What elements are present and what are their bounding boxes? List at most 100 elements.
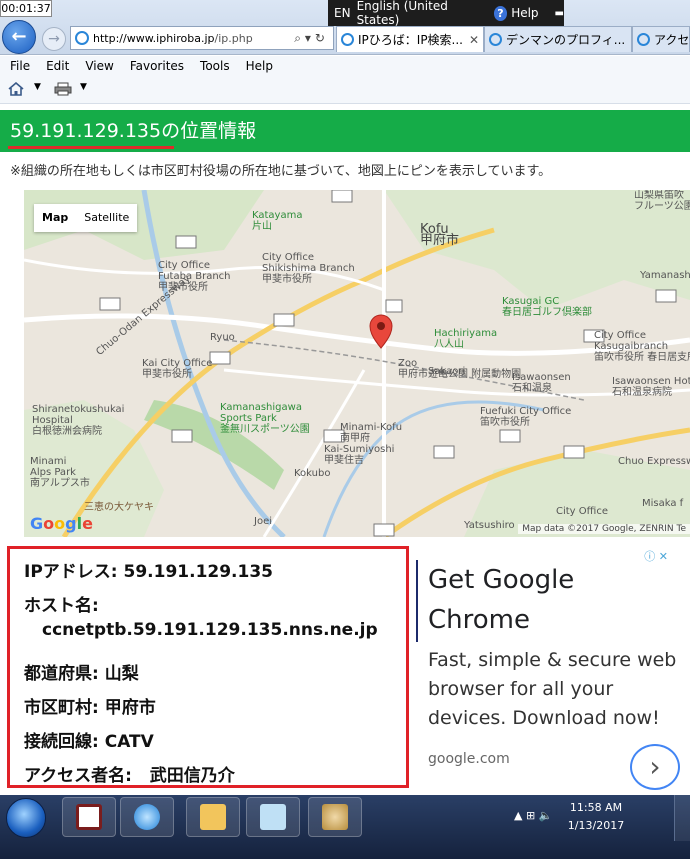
menu-view[interactable]: View (85, 59, 113, 73)
map-label: 三恵の大ケヤキ (84, 502, 154, 513)
map-label: Kokubo (294, 468, 331, 479)
map-label: Yamanashi (640, 270, 690, 281)
forward-button[interactable]: → (42, 27, 66, 51)
ad-body[interactable]: Fast, simple & secure web browser for al… (428, 646, 690, 733)
print-dropdown-icon[interactable]: ▼ (80, 82, 87, 92)
menu-file[interactable]: File (10, 59, 30, 73)
map-label: Kai-Sumiyoshi 甲斐住吉 (324, 444, 395, 466)
tab-label: デンマンのプロフィ... (506, 33, 626, 47)
ie-page-icon (75, 31, 89, 45)
paint-icon (322, 804, 348, 830)
ip-address-row: IPアドレス: 59.191.129.135 (24, 562, 274, 582)
map-label: Minami Alps Park 南アルプス市 (30, 456, 90, 489)
map-label: Joei (254, 516, 272, 527)
map-label: City Office (556, 506, 608, 517)
langbar-minimize-icon[interactable]: ▬ (555, 8, 564, 19)
map-label: Katayama 片山 (252, 210, 303, 232)
menu-help[interactable]: Help (246, 59, 273, 73)
map-copyright: Map data ©2017 Google, ZENRIN Te (518, 524, 690, 534)
map-label: Sakaori (428, 366, 466, 377)
map-label: Minami-Kofu 南甲府 (340, 422, 403, 444)
clock-date: 1/13/2017 (567, 819, 625, 832)
map-label: Chuo Expressway (618, 456, 690, 467)
taskbar-notepad[interactable] (246, 797, 300, 837)
chrome-ad[interactable]: ⓘ ✕ Get Google Chrome Fast, simple & sec… (416, 546, 690, 792)
ad-title[interactable]: Get Google Chrome (428, 560, 678, 640)
map-label: City Office Kasugaibranch 笛吹市役所 春日居支所 (594, 330, 690, 363)
tab-denman[interactable]: デンマンのプロフィ... (484, 26, 632, 52)
taskbar-explorer[interactable] (186, 797, 240, 837)
menu-bar: File Edit View Favorites Tools Help (0, 56, 690, 76)
map-label: Yatsushiro (464, 520, 515, 531)
language-bar[interactable]: EN English (United States) ? Help ▬ (328, 0, 564, 27)
map-label: Fuefuki City Office 笛吹市役所 (480, 406, 572, 428)
notepad-icon (260, 804, 286, 830)
google-logo: Google (30, 514, 93, 533)
clock-app-icon (76, 804, 102, 830)
map-type-switcher: Map Satellite (34, 204, 138, 232)
tab-label: IPひろば：IP検索... (358, 33, 463, 47)
hostname-row: ホスト名: ccnetptb.59.191.129.135.nns.ne.jp (24, 596, 378, 640)
map-label: Kai City Office 甲斐市役所 (142, 358, 213, 380)
help-label[interactable]: Help (511, 6, 538, 20)
ad-accent-rule (416, 560, 418, 642)
ie-tab-icon (489, 33, 502, 46)
ad-domain[interactable]: google.com (428, 751, 510, 767)
satellite-tab[interactable]: Satellite (76, 204, 137, 232)
taskbar-clock-app[interactable] (62, 797, 116, 837)
taskbar-clock[interactable]: 11:58 AM 1/13/2017 (560, 799, 632, 835)
pin-note: ※組織の所在地もしくは市区町村役場の所在地に基づいて、地図上にピンを表示していま… (10, 164, 552, 179)
map-label: Isawaonsen 石和温泉 (512, 372, 571, 394)
ad-next-icon[interactable]: › (630, 744, 680, 790)
show-desktop-button[interactable] (674, 795, 690, 841)
lang-name: English (United States) (356, 0, 448, 27)
help-icon[interactable]: ? (493, 5, 508, 21)
command-bar: ▼ ▼ (0, 76, 690, 104)
map-label: Misaka f (642, 498, 684, 509)
search-refresh-icons[interactable]: ⌕▾↻ (294, 31, 333, 46)
map-label: Kamanashigawa Sports Park 釜無川スポーツ公園 (220, 402, 310, 435)
address-bar[interactable]: http://www.iphiroba.jp /ip.php ⌕▾↻ (70, 26, 334, 50)
map-label: Kofu 甲府市 (420, 222, 460, 248)
map-label: Ryuo (210, 332, 235, 343)
map-label: Hachiriyama 八人山 (434, 328, 498, 350)
heading-ip: 59.191.129.135 (10, 120, 162, 142)
ie-tab-icon (341, 33, 354, 46)
tab-label: アクセ (654, 33, 690, 47)
lang-code: EN (334, 6, 351, 20)
map-label: 山梨県笛吹 フルーツ公園 (634, 190, 690, 212)
page-title: 59.191.129.135の位置情報 (0, 110, 690, 152)
accessor-row: アクセス者名: 武田信乃介 (24, 766, 235, 786)
menu-edit[interactable]: Edit (46, 59, 69, 73)
tab-iphiroba[interactable]: IPひろば：IP検索... ✕ (336, 26, 484, 52)
clock-time: 11:58 AM (569, 801, 623, 814)
start-button[interactable] (6, 798, 46, 838)
ie-icon (134, 804, 160, 830)
menu-tools[interactable]: Tools (200, 59, 230, 73)
ie-tab-icon (637, 33, 650, 46)
menu-favorites[interactable]: Favorites (130, 59, 184, 73)
timer-readout: 00:01:37 (0, 0, 52, 17)
taskbar-paint[interactable] (308, 797, 362, 837)
google-map[interactable]: Map Satellite Katayama 片山 Kofu 甲府市 City Of… (24, 190, 690, 537)
url-path: /ip.php (214, 31, 253, 45)
print-icon[interactable] (54, 82, 72, 96)
map-label: City Office Shikishima Branch 甲斐市役所 (262, 252, 355, 285)
prefecture-row: 都道府県: 山梨 (24, 664, 139, 684)
back-button[interactable]: ← (2, 20, 36, 54)
windows-taskbar: ▲ ⊞ 🔈 11:58 AM 1/13/2017 (0, 795, 690, 859)
home-icon[interactable] (8, 82, 24, 96)
city-row: 市区町村: 甲府市 (24, 698, 156, 718)
connection-row: 接続回線: CATV (24, 732, 154, 752)
map-graphics (24, 190, 690, 537)
map-tab[interactable]: Map (34, 204, 76, 232)
home-dropdown-icon[interactable]: ▼ (34, 82, 41, 92)
tray-icons[interactable]: ▲ ⊞ 🔈 (514, 809, 552, 822)
close-tab-icon[interactable]: ✕ (469, 33, 479, 47)
map-label: Isawaonsen Hot 石和温泉病院 (612, 376, 690, 398)
red-underline (8, 146, 174, 149)
tab-access[interactable]: アクセ (632, 26, 690, 52)
ip-info-box: IPアドレス: 59.191.129.135 ホスト名: ccnetptb.59.… (7, 546, 409, 788)
taskbar-ie[interactable] (120, 797, 174, 837)
map-label: Kasugai GC 春日居ゴルフ倶楽部 (502, 296, 592, 318)
